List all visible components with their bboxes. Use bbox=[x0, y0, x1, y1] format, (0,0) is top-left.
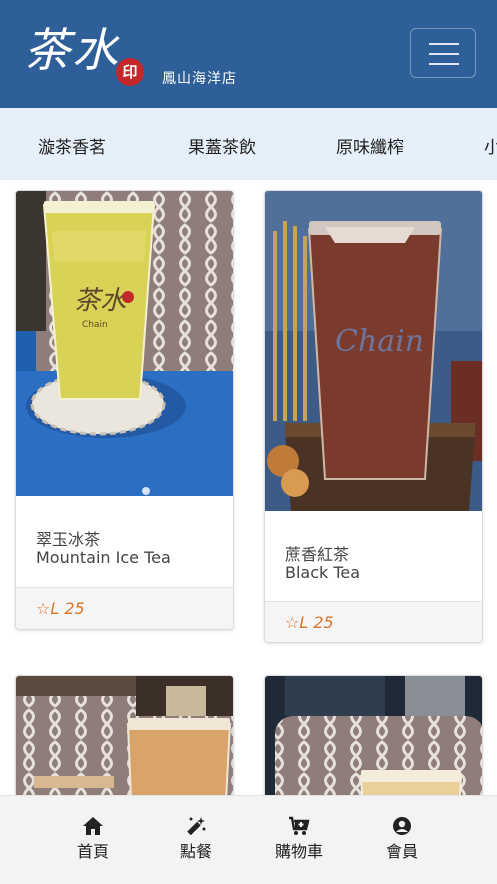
product-photo[interactable]: 茶水 Chain bbox=[16, 191, 233, 496]
product-name-zh: 翠玉冰茶 bbox=[36, 530, 101, 549]
product-name-en: Mountain Ice Tea bbox=[36, 548, 171, 567]
product-photo[interactable]: Chain bbox=[265, 191, 482, 511]
app-header: 茶水 印 鳳山海洋店 bbox=[0, 0, 497, 108]
product-photo-image: 茶水 Chain bbox=[16, 191, 233, 496]
category-tabs: 漩茶香茗 果蓋茶飲 原味纖榨 小 bbox=[0, 108, 497, 180]
brand-logo[interactable]: 茶水 bbox=[24, 20, 120, 80]
user-circle-icon bbox=[393, 817, 411, 835]
price-bar: ☆L 25 bbox=[16, 587, 233, 629]
hamburger-menu-icon-bar bbox=[429, 53, 459, 55]
magic-wand-icon bbox=[187, 817, 206, 836]
cart-icon bbox=[289, 816, 310, 835]
product-card[interactable]: Chain 蔗香紅茶 Black Tea ☆L 25 bbox=[264, 190, 483, 643]
nav-order[interactable]: 點餐 bbox=[156, 816, 236, 862]
price-bar: ☆L 25 bbox=[265, 601, 482, 642]
nav-label: 會員 bbox=[385, 842, 418, 861]
nav-member[interactable]: 會員 bbox=[362, 816, 442, 862]
tab-category[interactable]: 小 bbox=[484, 133, 497, 158]
nav-label: 首頁 bbox=[76, 842, 109, 861]
cup-brand-mark: 茶水 bbox=[74, 286, 127, 316]
hamburger-menu-icon bbox=[429, 43, 459, 45]
product-name-zh: 蔗香紅茶 bbox=[285, 545, 350, 564]
nav-label: 點餐 bbox=[179, 842, 212, 861]
nav-label: 購物車 bbox=[274, 842, 323, 861]
bottom-nav: 首頁 點餐 購物車 會員 bbox=[0, 795, 497, 884]
product-photo-image: Chain bbox=[265, 191, 482, 511]
product-price: ☆L 25 bbox=[36, 599, 85, 618]
product-card[interactable]: 茶水 Chain 翠玉冰茶 Mountain Ice Tea ☆L 25 bbox=[15, 190, 234, 630]
tab-category[interactable]: 果蓋茶飲 bbox=[188, 133, 256, 158]
brand-seal: 印 bbox=[116, 58, 144, 86]
nav-cart[interactable]: 購物車 bbox=[259, 816, 339, 862]
cup-brand-en: Chain bbox=[335, 324, 424, 359]
product-price: ☆L 25 bbox=[285, 613, 334, 632]
cup-brand-en: Chain bbox=[82, 320, 108, 330]
tab-category[interactable]: 原味纖榨 bbox=[336, 133, 404, 158]
product-name-en: Black Tea bbox=[285, 563, 361, 582]
home-icon bbox=[83, 817, 103, 835]
store-name: 鳳山海洋店 bbox=[162, 71, 237, 87]
hamburger-menu-icon-bar bbox=[429, 63, 459, 65]
menu-button[interactable] bbox=[410, 28, 476, 78]
tab-category[interactable]: 漩茶香茗 bbox=[38, 133, 106, 158]
nav-home[interactable]: 首頁 bbox=[53, 816, 133, 862]
